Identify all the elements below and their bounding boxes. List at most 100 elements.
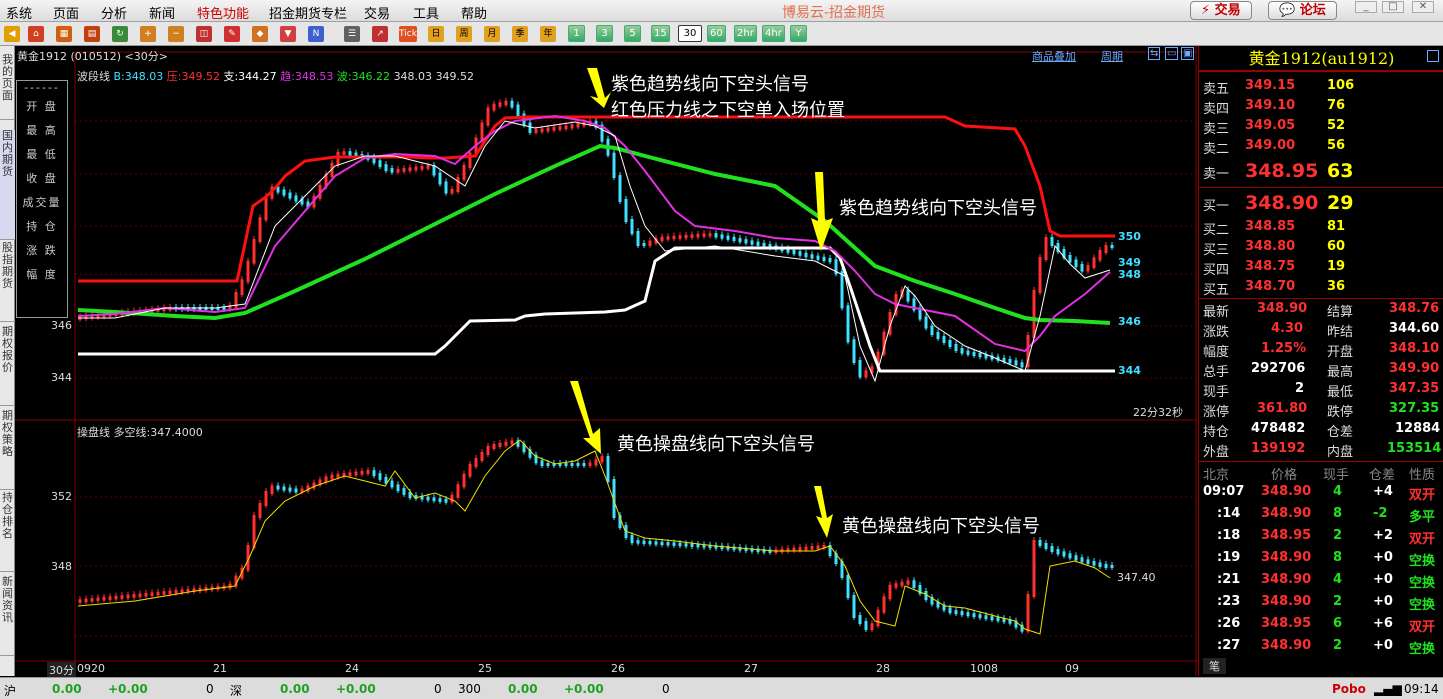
annotation-purple-signal: 紫色趋势线向下空头信号 [611,74,809,95]
x-label-21: 21 [213,662,227,675]
candle-body [402,488,406,495]
candle-body [516,104,520,117]
period-week[interactable]: 周 [456,26,472,42]
candle-body [426,496,430,501]
tab-index-futures[interactable]: 股指期货 [0,242,15,322]
candle-body [1110,565,1114,568]
period-4hr[interactable]: 4hr [762,25,785,42]
ask-row-5: 卖五 349.15 106 [1203,78,1355,97]
period-day[interactable]: 日 [428,26,444,42]
quote-icon[interactable]: ▤ [84,26,100,42]
period-60min[interactable]: 60 [707,25,726,42]
filter-icon[interactable]: ▼ [280,26,296,42]
close-icon[interactable]: ✕ [1412,1,1434,13]
menu-analysis[interactable]: 分析 [101,3,127,22]
period-1min[interactable]: 1 [568,25,585,42]
chart-title: 黄金1912 (010512) <30分> [17,50,168,63]
candle-body [858,360,862,378]
end-label-344: 344 [1118,364,1141,377]
minimize-icon[interactable]: _ [1355,1,1377,13]
kline-chart-area[interactable]: 黄金1912 (010512) <30分> 波段线 B:348.03 压:349… [15,46,1197,678]
menu-system[interactable]: 系统 [6,3,32,22]
menu-trade[interactable]: 交易 [364,3,390,22]
candle-body [612,152,616,178]
period-link[interactable]: 周期 [1101,48,1123,64]
period-3min[interactable]: 3 [596,25,613,42]
draw-icon[interactable]: ✎ [224,26,240,42]
stat-row-last-vol: 现手 2 最低 347.35 [1203,381,1440,400]
candle-body [396,484,400,492]
candle-body [438,172,442,185]
period-y[interactable]: Y [790,25,807,42]
menu-tools[interactable]: 工具 [413,3,439,22]
expand-icon[interactable]: ▭ [1165,47,1179,60]
menu-page[interactable]: 页面 [53,3,79,22]
overlay-link[interactable]: 商品叠加 [1032,48,1076,64]
new-icon[interactable]: N [308,26,324,42]
candle-body [990,616,994,621]
zoom-out-icon[interactable]: − [168,26,184,42]
info-high: 最 高 [26,124,58,137]
candle-body [942,336,946,343]
candle-body [558,126,562,130]
tab-option-strategy[interactable]: 期权策略 [0,410,15,490]
back-icon[interactable]: ◀ [4,26,20,42]
candle-body [750,240,754,245]
candle-body [762,242,766,247]
candle-body [588,462,592,466]
tab-domestic-futures[interactable]: 国内期货 [0,130,15,240]
candle-body [792,249,796,255]
candle-body [858,615,862,624]
kline-chart[interactable] [15,46,1197,676]
panel-toggle-icon[interactable] [1427,50,1439,62]
annotation-yellow-signal: 黄色操盘线向下空头信号 [617,434,815,455]
menu-features[interactable]: 特色功能 [197,3,249,22]
zoom-in-icon[interactable]: + [140,26,156,42]
tick-button[interactable]: Tick [399,26,417,42]
candle-body [606,456,610,482]
candle-body [672,235,676,240]
period-month[interactable]: 月 [484,26,500,42]
period-2hr[interactable]: 2hr [734,25,757,42]
candle-body [144,592,148,597]
menu-column[interactable]: 招金期货专栏 [269,3,347,22]
candle-body [948,607,952,614]
candle-body [138,593,142,598]
candle-body [1020,362,1024,368]
indicator-icon[interactable]: ◆ [252,26,268,42]
window-icon[interactable]: ◫ [196,26,212,42]
chart-icon[interactable]: ↗ [372,26,388,42]
menu-news[interactable]: 新闻 [149,3,175,22]
period-30min[interactable]: 30 [678,25,702,42]
stat-row-change: 涨跌 4.30 昨结 344.60 [1203,321,1440,340]
period-quarter[interactable]: 季 [512,26,528,42]
list-icon[interactable]: ☰ [344,26,360,42]
tab-option-quote[interactable]: 期权报价 [0,326,15,406]
home-icon[interactable]: ⌂ [28,26,44,42]
maximize-icon[interactable]: □ [1382,1,1404,13]
candle-body [282,189,286,196]
tab-position-rank[interactable]: 持仓排名 [0,492,15,572]
period-15min[interactable]: 15 [651,25,670,42]
candle-body [288,487,292,492]
sz-value: 0.00 [280,682,310,696]
info-close: 收 盘 [26,172,58,185]
contract-title: 黄金1912(au1912) [1199,46,1443,72]
forum-button[interactable]: 💬 论坛 [1268,1,1337,20]
tab-my-page[interactable]: 我的页面 [0,54,15,120]
menu-help[interactable]: 帮助 [461,3,487,22]
candle-body [684,234,688,239]
layout-icon[interactable]: ▦ [56,26,72,42]
tab-news[interactable]: 新闻资讯 [0,576,15,656]
trade-button[interactable]: ⚡ 交易 [1190,1,1252,20]
period-5min[interactable]: 5 [624,25,641,42]
refresh-icon[interactable]: ↻ [112,26,128,42]
tick-row: :23 348.90 2 +0 空换 [1217,594,1436,613]
maximize-chart-icon[interactable]: ▣ [1181,47,1195,60]
period-year[interactable]: 年 [540,26,556,42]
tick-tab[interactable]: 笔 [1203,658,1226,674]
candle-body [348,151,352,156]
candle-body [636,231,640,246]
layout-toggle-icon[interactable]: ⇆ [1148,47,1161,60]
candle-body [156,591,160,596]
